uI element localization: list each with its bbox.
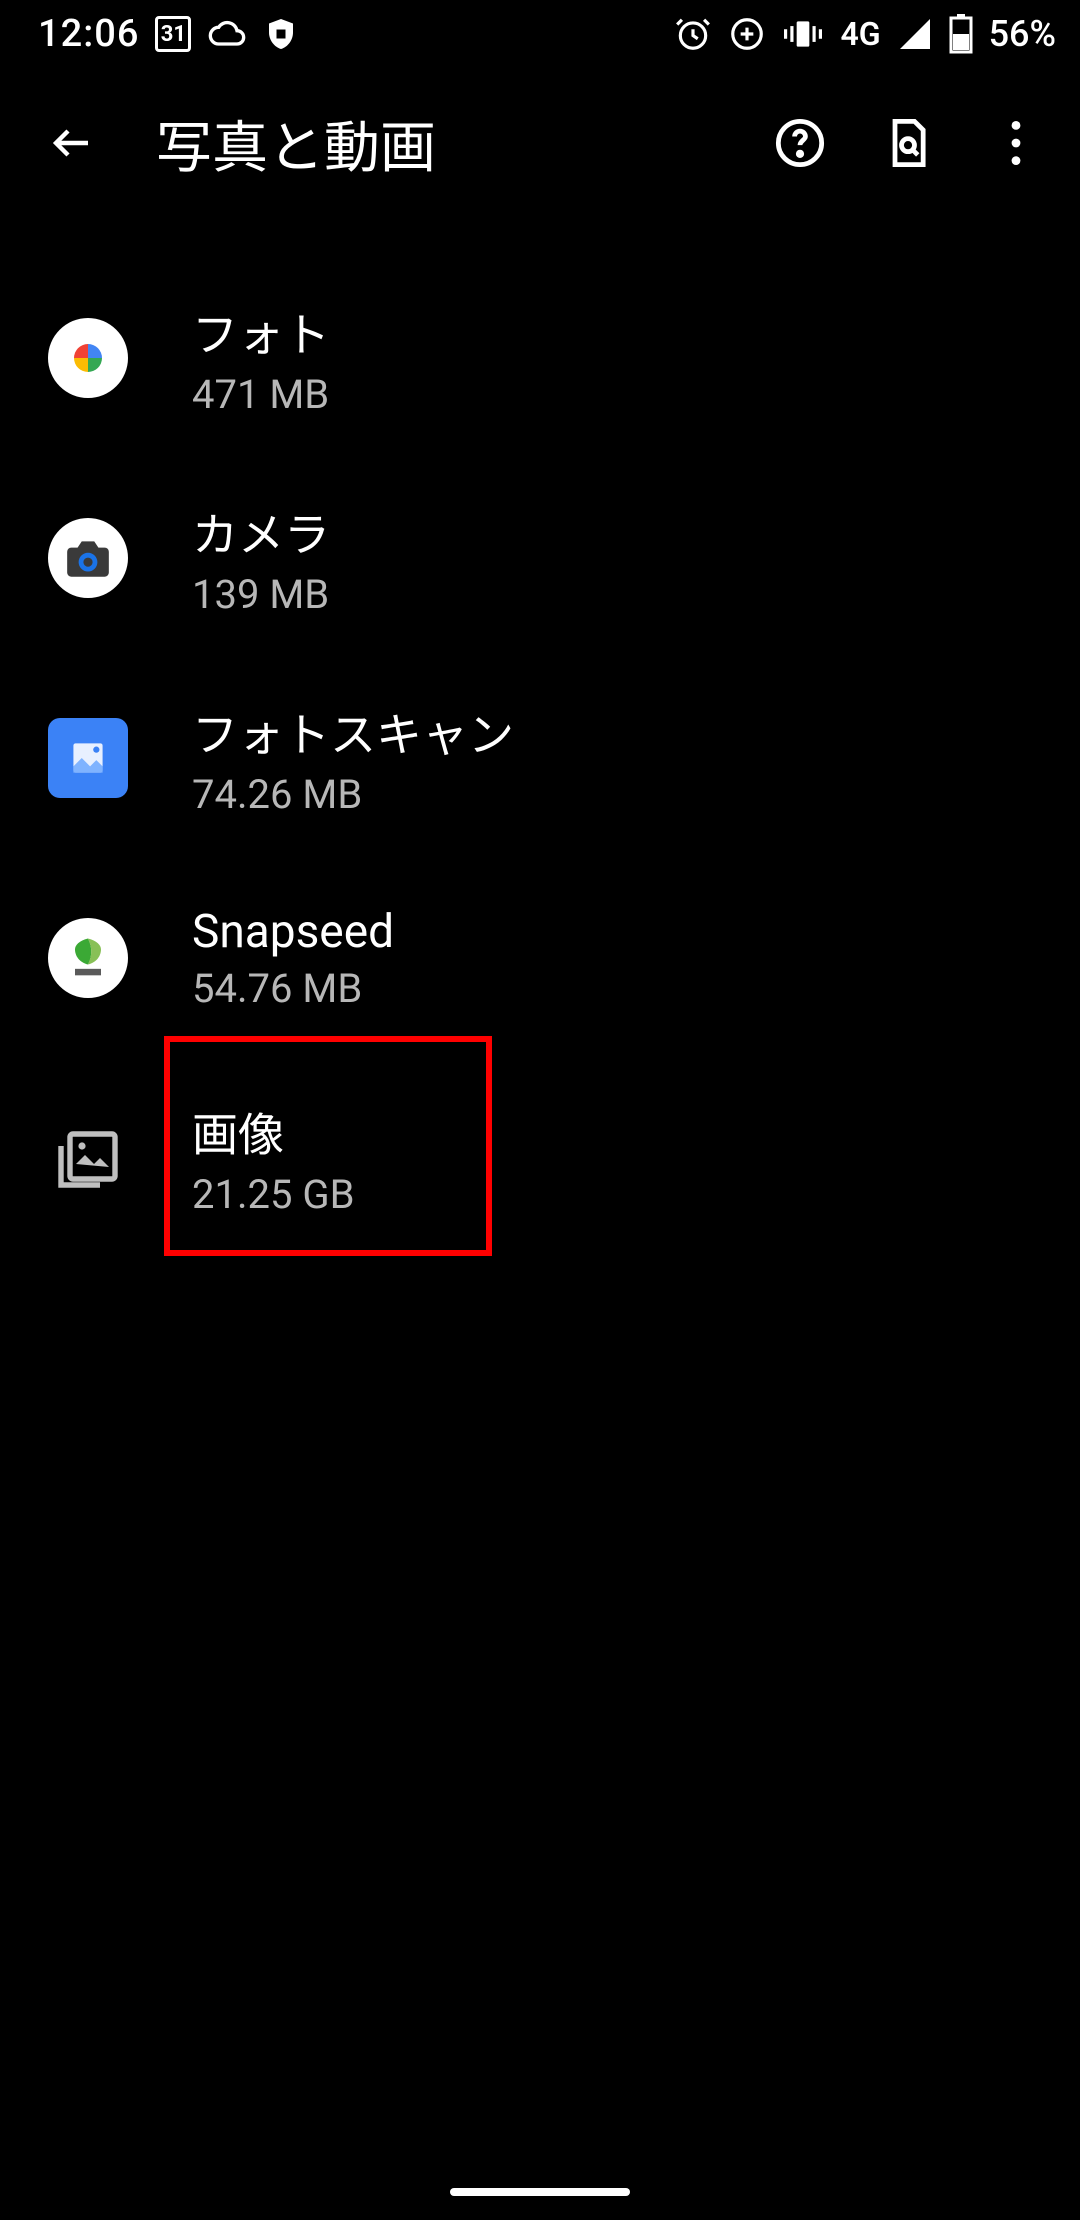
more-vert-icon <box>1011 121 1021 165</box>
alarm-icon <box>674 15 712 53</box>
status-right: 4G 56% <box>674 13 1056 55</box>
item-title: フォトスキャン <box>192 699 514 765</box>
item-size: 54.76 MB <box>192 965 394 1012</box>
calendar-icon: 31 <box>155 16 191 52</box>
photoscan-icon <box>48 718 128 798</box>
status-time: 12:06 <box>38 12 139 56</box>
more-button[interactable] <box>988 115 1044 171</box>
images-icon <box>48 1118 128 1198</box>
battery-icon <box>949 14 973 54</box>
page-title: 写真と動画 <box>156 103 772 184</box>
cloud-icon <box>207 14 247 54</box>
item-size: 74.26 MB <box>192 771 514 818</box>
battery-percent: 56% <box>989 13 1056 55</box>
item-size: 21.25 GB <box>192 1171 355 1218</box>
item-title: 画像 <box>192 1099 355 1165</box>
item-size: 471 MB <box>192 371 330 418</box>
item-title: フォト <box>192 299 330 365</box>
camera-icon <box>48 518 128 598</box>
file-search-icon <box>882 117 934 169</box>
vibrate-icon <box>782 15 824 53</box>
google-photos-icon <box>48 318 128 398</box>
list-item-camera[interactable]: カメラ 139 MB <box>0 458 1080 658</box>
add-alarm-icon <box>728 15 766 53</box>
arrow-left-icon <box>48 119 96 167</box>
app-bar-actions <box>772 115 1044 171</box>
status-left: 12:06 31 <box>38 12 299 56</box>
list-item-photoscan[interactable]: フォトスキャン 74.26 MB <box>0 658 1080 858</box>
status-bar: 12:06 31 <box>0 0 1080 68</box>
item-size: 139 MB <box>192 571 330 618</box>
storage-list: フォト 471 MB カメラ 139 MB フォトスキャン 74.2 <box>0 218 1080 1258</box>
help-icon <box>774 117 826 169</box>
item-title: カメラ <box>192 499 330 565</box>
nav-home-indicator[interactable] <box>450 2188 630 2196</box>
help-button[interactable] <box>772 115 828 171</box>
network-label: 4G <box>840 15 880 53</box>
snapseed-icon <box>48 918 128 998</box>
item-title: Snapseed <box>192 905 394 959</box>
list-item-images[interactable]: 画像 21.25 GB <box>0 1058 1080 1258</box>
shield-icon <box>263 16 299 52</box>
app-bar: 写真と動画 <box>0 68 1080 218</box>
list-item-photos[interactable]: フォト 471 MB <box>0 258 1080 458</box>
signal-icon <box>897 16 933 52</box>
calendar-day: 31 <box>161 22 186 47</box>
search-file-button[interactable] <box>880 115 936 171</box>
back-button[interactable] <box>44 115 100 171</box>
list-item-snapseed[interactable]: Snapseed 54.76 MB <box>0 858 1080 1058</box>
